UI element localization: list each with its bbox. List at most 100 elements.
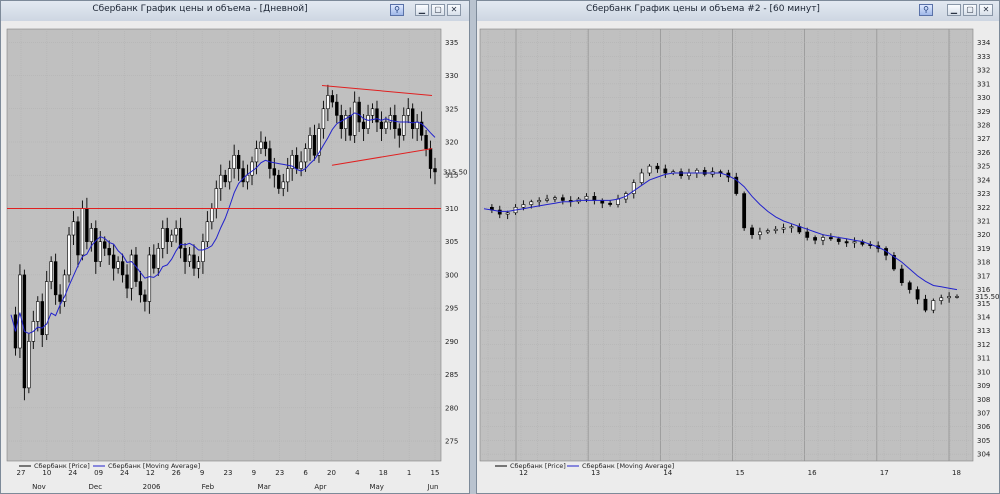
plot-area: [6, 28, 442, 462]
y-tick-label: 333: [977, 53, 990, 61]
price-candle: [497, 209, 502, 215]
y-tick-label: 328: [977, 122, 990, 130]
y-tick-label: 295: [445, 305, 458, 313]
y-tick-label: 305: [977, 437, 990, 445]
y-tick-label: 308: [977, 396, 990, 404]
x-month-label: Dec: [89, 483, 103, 491]
maximize-icon[interactable]: ▢: [963, 4, 977, 16]
price-candle: [27, 341, 31, 389]
price-candle: [647, 165, 652, 174]
price-candle: [915, 289, 920, 300]
price-candle: [232, 154, 236, 169]
price-candle: [397, 128, 401, 136]
x-day-label: 12: [519, 469, 528, 477]
minimize-icon[interactable]: ▁: [947, 4, 961, 16]
y-tick-label: 280: [445, 404, 458, 412]
y-tick-label: 318: [977, 259, 990, 267]
last-price-label: 315.50: [443, 168, 468, 176]
y-tick-label: 315: [977, 300, 990, 308]
y-tick-label: 330: [977, 94, 990, 102]
price-candle: [183, 248, 187, 262]
x-day-label: 27: [17, 469, 26, 477]
price-candle: [58, 294, 62, 302]
y-tick-label: 320: [977, 231, 990, 239]
price-candle: [196, 261, 201, 269]
price-candle: [156, 248, 160, 269]
x-day-label: 09: [94, 469, 103, 477]
price-candle: [201, 241, 205, 262]
price-candle: [428, 148, 433, 169]
price-candle: [53, 261, 58, 296]
price-candle: [939, 297, 944, 301]
price-candle: [192, 254, 196, 269]
y-tick-label: 329: [977, 108, 990, 116]
price-candle: [947, 296, 952, 299]
price-candle: [268, 148, 272, 169]
legend-ma-label: Сбербанк [Moving Average]: [582, 462, 674, 470]
y-tick-label: 300: [445, 271, 458, 279]
price-candle: [410, 108, 415, 129]
pin-icon[interactable]: ⚲: [919, 4, 933, 16]
x-month-label: Jun: [427, 483, 439, 491]
legend-ma-label: Сбербанк [Moving Average]: [108, 462, 200, 470]
y-tick-label: 332: [977, 67, 990, 75]
close-icon[interactable]: ✕: [447, 4, 461, 16]
price-candle: [370, 108, 375, 116]
price-candle: [308, 135, 312, 149]
minimize-icon[interactable]: ▁: [415, 4, 429, 16]
price-candle: [187, 254, 192, 262]
pin-icon[interactable]: ⚲: [390, 4, 404, 16]
price-candle: [931, 300, 936, 311]
price-candle: [76, 221, 80, 256]
y-tick-label: 311: [977, 355, 990, 363]
price-candle: [765, 230, 770, 233]
price-candle: [852, 241, 857, 244]
left-window-title: Сбербанк График цены и объема - [Дневной…: [92, 4, 308, 14]
price-candle: [205, 221, 210, 242]
left-daily-chart[interactable]: 27 10 24 09 24 12 26 9 23 9 23 6 20 4 18 1 15 Nov Dec 2006 F…: [1, 21, 469, 493]
right-titlebar[interactable]: Сбербанк График цены и объема #2 - [60 м…: [477, 1, 999, 22]
price-candle: [286, 168, 290, 183]
price-candle: [71, 221, 76, 236]
maximize-icon[interactable]: ▢: [431, 4, 445, 16]
price-candle: [129, 254, 134, 289]
price-candle: [272, 168, 277, 176]
price-candle: [152, 254, 156, 269]
price-candle: [384, 121, 388, 129]
price-candle: [330, 95, 335, 103]
price-candle: [907, 282, 912, 290]
price-candle: [169, 234, 174, 242]
price-candle: [36, 301, 40, 322]
price-candle: [821, 237, 825, 241]
left-titlebar[interactable]: Сбербанк График цены и объема - [Дневной…: [1, 1, 469, 22]
right-hourly-chart[interactable]: 12 13 14 15 16 17 18 304 305 306 307 308 309 310 311 31…: [477, 21, 999, 493]
price-candle: [781, 227, 786, 230]
price-candle: [223, 174, 227, 183]
x-day-label: 17: [880, 469, 889, 477]
y-tick-label: 285: [445, 371, 458, 379]
price-candle: [227, 168, 232, 183]
y-tick-label: 326: [977, 149, 991, 157]
y-tick-label: 312: [977, 341, 990, 349]
price-candle: [174, 228, 178, 236]
price-candle: [49, 261, 53, 282]
price-candle: [98, 241, 102, 262]
price-candle: [505, 212, 510, 215]
price-candle: [750, 227, 754, 236]
price-candle: [679, 171, 683, 177]
price-candle: [143, 294, 147, 302]
y-tick-label: 314: [977, 314, 991, 322]
price-candle: [312, 135, 317, 156]
price-candle: [245, 174, 250, 183]
x-day-label: 23: [275, 469, 284, 477]
y-tick-label: 335: [445, 39, 458, 47]
price-candle: [303, 148, 308, 163]
price-candle: [537, 200, 542, 203]
price-candle: [375, 108, 379, 123]
x-day-label: 1: [407, 469, 411, 477]
close-icon[interactable]: ✕: [979, 4, 993, 16]
price-candle: [655, 165, 660, 170]
y-tick-label: 304: [977, 451, 991, 459]
price-candle: [259, 141, 263, 149]
price-candle: [828, 237, 833, 240]
